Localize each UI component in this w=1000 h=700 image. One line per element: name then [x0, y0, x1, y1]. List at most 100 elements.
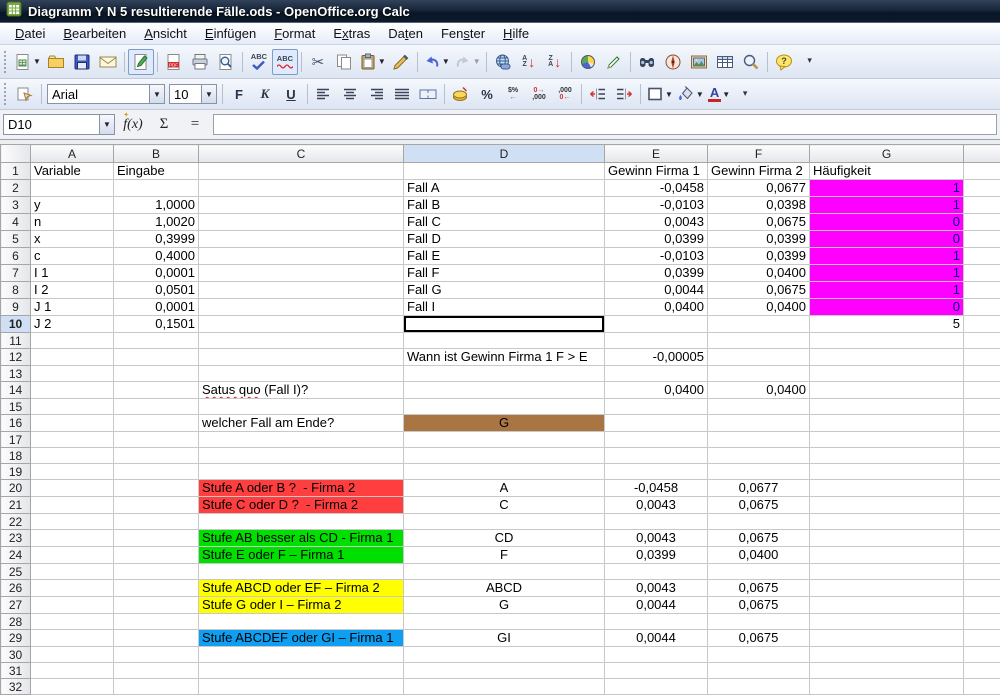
cell-F24[interactable]: 0,0400 [708, 547, 810, 564]
cell-F17[interactable] [708, 432, 810, 448]
open-button[interactable] [43, 49, 69, 75]
cell-E30[interactable] [605, 647, 708, 663]
cell-D26[interactable]: ABCD [404, 580, 605, 597]
cell-E6[interactable]: -0,0103 [605, 248, 708, 265]
cell-A4[interactable]: n [31, 214, 114, 231]
cell-H30[interactable] [964, 647, 1000, 663]
cell-H8[interactable] [964, 282, 1000, 299]
dropdown-arrow-icon[interactable]: ▼ [33, 57, 41, 66]
cell-G21[interactable] [810, 497, 964, 514]
cell-D31[interactable] [404, 663, 605, 679]
row-header-8[interactable]: 8 [1, 282, 31, 299]
cell-C29[interactable]: Stufe ABCDEF oder GI – Firma 1 [199, 630, 404, 647]
row-header-11[interactable]: 11 [1, 333, 31, 349]
cell-E4[interactable]: 0,0043 [605, 214, 708, 231]
align-left-button[interactable] [311, 81, 337, 107]
row-header-25[interactable]: 25 [1, 564, 31, 580]
cell-A30[interactable] [31, 647, 114, 663]
number-format-currency-button[interactable] [448, 81, 474, 107]
cell-B3[interactable]: 1,0000 [114, 197, 199, 214]
toolbar-options-button[interactable]: ▾ [732, 81, 758, 107]
add-decimal-place-button[interactable]: 0→,000 [526, 81, 552, 107]
cell-D17[interactable] [404, 432, 605, 448]
cell-A6[interactable]: c [31, 248, 114, 265]
cell-C12[interactable] [199, 349, 404, 366]
row-header-31[interactable]: 31 [1, 663, 31, 679]
undo-button[interactable]: ▼ [421, 49, 452, 75]
cell-D32[interactable] [404, 679, 605, 695]
cell-E17[interactable] [605, 432, 708, 448]
cell-H11[interactable] [964, 333, 1000, 349]
cell-C23[interactable]: Stufe AB besser als CD - Firma 1 [199, 530, 404, 547]
cell-B6[interactable]: 0,4000 [114, 248, 199, 265]
menu-extras[interactable]: Extras [324, 24, 379, 43]
cell-G27[interactable] [810, 597, 964, 614]
cell-D2[interactable]: Fall A [404, 180, 605, 197]
cell-A24[interactable] [31, 547, 114, 564]
cell-B26[interactable] [114, 580, 199, 597]
cell-A28[interactable] [31, 614, 114, 630]
font-color-button[interactable]: A▼ [706, 81, 732, 107]
row-header-20[interactable]: 20 [1, 480, 31, 497]
navigator-button[interactable] [660, 49, 686, 75]
cell-E19[interactable] [605, 464, 708, 480]
cell-A19[interactable] [31, 464, 114, 480]
cell-E9[interactable]: 0,0400 [605, 299, 708, 316]
cell-G1[interactable]: Häufigkeit [810, 163, 964, 180]
borders-button[interactable]: ▼ [644, 81, 675, 107]
cell-E11[interactable] [605, 333, 708, 349]
cell-F14[interactable]: 0,0400 [708, 382, 810, 399]
sum-button[interactable]: Σ [151, 112, 177, 138]
cell-G24[interactable] [810, 547, 964, 564]
styles-window-button[interactable] [12, 81, 38, 107]
gallery-button[interactable] [686, 49, 712, 75]
cell-C5[interactable] [199, 231, 404, 248]
column-header-F[interactable]: F [708, 145, 810, 163]
cell-B24[interactable] [114, 547, 199, 564]
cell-G32[interactable] [810, 679, 964, 695]
row-header-15[interactable]: 15 [1, 399, 31, 415]
cell-B9[interactable]: 0,0001 [114, 299, 199, 316]
column-header-A[interactable]: A [31, 145, 114, 163]
cell-C19[interactable] [199, 464, 404, 480]
cell-F30[interactable] [708, 647, 810, 663]
cell-E20[interactable]: -0,0458 [605, 480, 708, 497]
cell-H28[interactable] [964, 614, 1000, 630]
cell-D28[interactable] [404, 614, 605, 630]
cell-G28[interactable] [810, 614, 964, 630]
number-format-percent-button[interactable]: % [474, 81, 500, 107]
cell-A16[interactable] [31, 415, 114, 432]
dropdown-arrow-icon[interactable]: ▼ [442, 57, 450, 66]
cell-D22[interactable] [404, 514, 605, 530]
cell-G2[interactable]: 1 [810, 180, 964, 197]
cell-B20[interactable] [114, 480, 199, 497]
save-button[interactable] [69, 49, 95, 75]
cell-C20[interactable]: Stufe A oder B ? - Firma 2 [199, 480, 404, 497]
row-header-7[interactable]: 7 [1, 265, 31, 282]
cell-D8[interactable]: Fall G [404, 282, 605, 299]
menu-einfügen[interactable]: Einfügen [196, 24, 265, 43]
print-button[interactable] [187, 49, 213, 75]
cell-E10[interactable] [605, 316, 708, 333]
cell-A31[interactable] [31, 663, 114, 679]
merge-cells-button[interactable] [415, 81, 441, 107]
cell-B14[interactable] [114, 382, 199, 399]
cell-F22[interactable] [708, 514, 810, 530]
cell-G9[interactable]: 0 [810, 299, 964, 316]
cell-D16[interactable]: G [404, 415, 605, 432]
cell-H31[interactable] [964, 663, 1000, 679]
cell-H10[interactable] [964, 316, 1000, 333]
row-header-30[interactable]: 30 [1, 647, 31, 663]
italic-button[interactable]: K [252, 81, 278, 107]
cell-D21[interactable]: C [404, 497, 605, 514]
cell-E14[interactable]: 0,0400 [605, 382, 708, 399]
cell-C22[interactable] [199, 514, 404, 530]
cell-H17[interactable] [964, 432, 1000, 448]
dropdown-arrow-icon[interactable]: ▼ [378, 57, 386, 66]
cell-D1[interactable] [404, 163, 605, 180]
cut-button[interactable]: ✂ [305, 49, 331, 75]
cell-D23[interactable]: CD [404, 530, 605, 547]
new-document-button[interactable]: ▼ [12, 49, 43, 75]
cell-E2[interactable]: -0,0458 [605, 180, 708, 197]
cell-E8[interactable]: 0,0044 [605, 282, 708, 299]
